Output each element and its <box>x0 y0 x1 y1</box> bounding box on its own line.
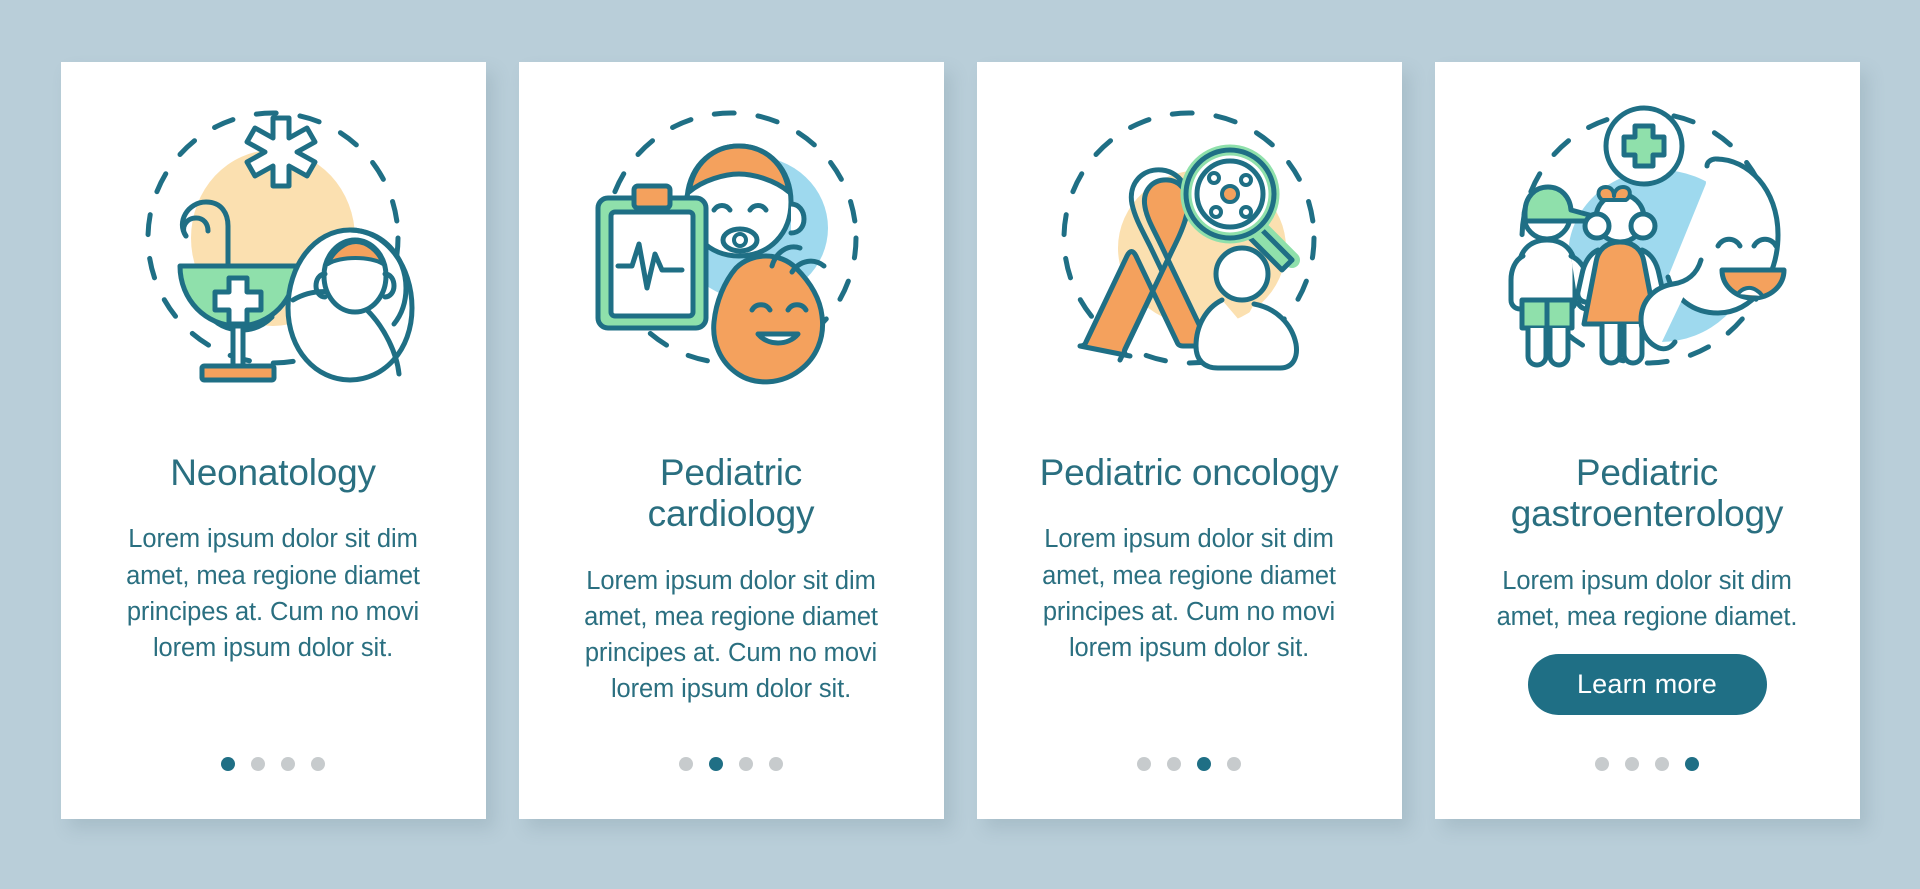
page-dot-1[interactable] <box>1595 757 1609 771</box>
page-title: Pediatric gastroenterology <box>1510 452 1784 535</box>
page-dot-3[interactable] <box>739 757 753 771</box>
neonatology-illustration <box>61 62 486 414</box>
onboarding-card-pediatric-oncology: Pediatric oncology Lorem ipsum dolor sit… <box>976 62 1402 819</box>
page-dot-4[interactable] <box>1227 757 1241 771</box>
page-title: Pediatric oncology <box>1039 452 1339 493</box>
pediatric-cardiology-illustration <box>519 62 944 414</box>
page-dot-1[interactable] <box>1137 757 1151 771</box>
page-dot-2[interactable] <box>1167 757 1181 771</box>
page-dot-3[interactable] <box>1655 757 1669 771</box>
page-indicator-dots <box>679 757 783 771</box>
page-indicator-dots <box>1137 757 1241 771</box>
pediatric-gastroenterology-illustration <box>1435 62 1860 414</box>
page-description: Lorem ipsum dolor sit dim amet, mea regi… <box>126 525 420 663</box>
page-description: Lorem ipsum dolor sit dim amet, mea regi… <box>1042 525 1336 663</box>
onboarding-card-pediatric-gastroenterology: Pediatric gastroenterology Lorem ipsum d… <box>1434 62 1860 819</box>
onboarding-card-pediatric-cardiology: Pediatric cardiology Lorem ipsum dolor s… <box>518 62 944 819</box>
page-dot-1[interactable] <box>221 757 235 771</box>
page-dot-3[interactable] <box>281 757 295 771</box>
page-dot-3[interactable] <box>1197 757 1211 771</box>
page-title: Pediatric cardiology <box>647 452 815 535</box>
page-dot-2[interactable] <box>1625 757 1639 771</box>
page-dot-2[interactable] <box>709 757 723 771</box>
pediatric-oncology-illustration <box>977 62 1402 414</box>
page-dot-1[interactable] <box>679 757 693 771</box>
page-dot-4[interactable] <box>769 757 783 771</box>
page-indicator-dots <box>221 757 325 771</box>
page-indicator-dots <box>1595 757 1699 771</box>
page-dot-4[interactable] <box>1685 757 1699 771</box>
page-title: Neonatology <box>170 452 376 493</box>
page-description: Lorem ipsum dolor sit dim amet, mea regi… <box>584 566 878 704</box>
page-description: Lorem ipsum dolor sit dim amet, mea regi… <box>1496 566 1798 632</box>
learn-more-button[interactable]: Learn more <box>1527 654 1767 715</box>
page-dot-2[interactable] <box>251 757 265 771</box>
page-dot-4[interactable] <box>311 757 325 771</box>
onboarding-card-neonatology: Neonatology Lorem ipsum dolor sit dim am… <box>60 62 486 819</box>
onboarding-screens-container: Neonatology Lorem ipsum dolor sit dim am… <box>0 0 1920 889</box>
